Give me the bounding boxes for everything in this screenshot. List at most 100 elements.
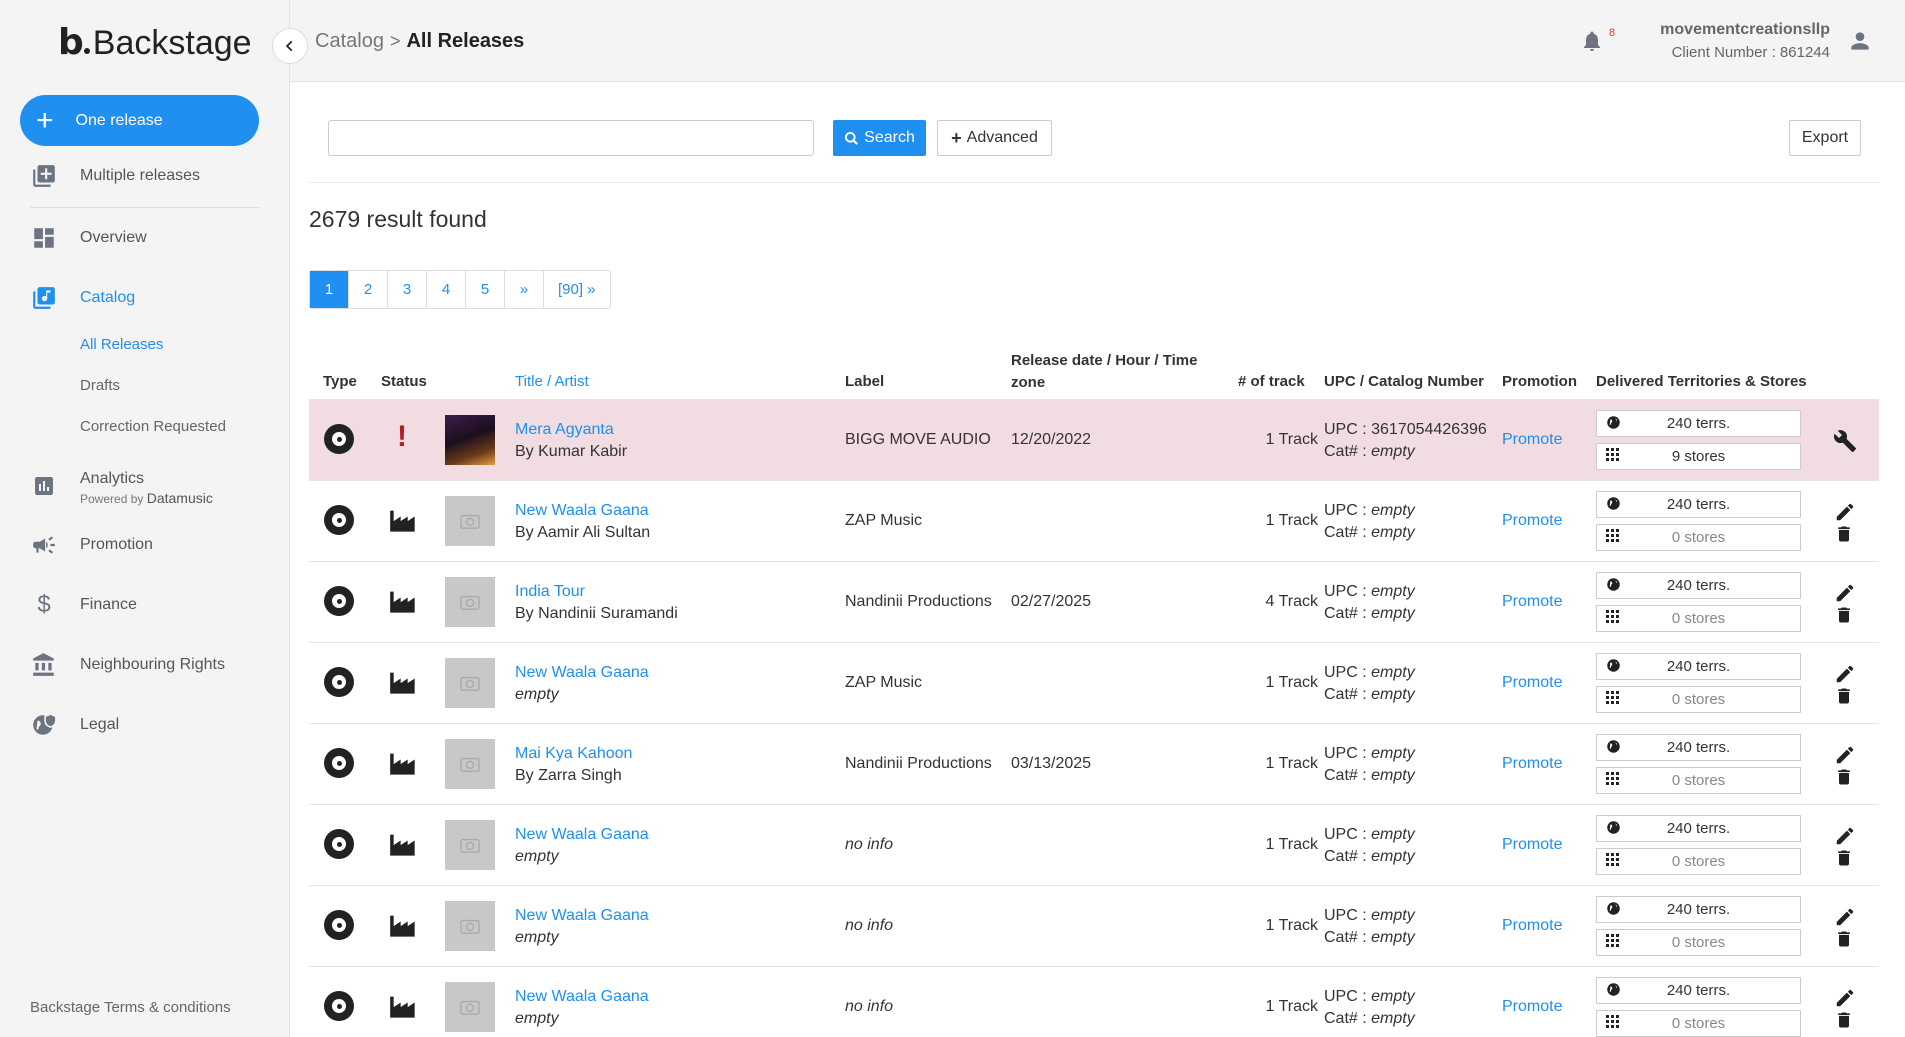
vinyl-icon[interactable] [324, 505, 354, 535]
vinyl-icon[interactable] [324, 910, 354, 940]
factory-icon[interactable] [389, 507, 417, 538]
stores-box[interactable]: 0 stores [1596, 767, 1801, 794]
stores-box[interactable]: 0 stores [1596, 929, 1801, 956]
promote-link[interactable]: Promote [1502, 593, 1562, 611]
sidebar-subitem-correction-requested[interactable]: Correction Requested [80, 418, 226, 435]
factory-icon[interactable] [389, 831, 417, 862]
promote-link[interactable]: Promote [1502, 431, 1562, 449]
release-title[interactable]: Mai Kya Kahoon [515, 745, 632, 763]
factory-icon[interactable] [389, 669, 417, 700]
upc-prefix: UPC : [1324, 745, 1367, 762]
stores-box[interactable]: 0 stores [1596, 848, 1801, 875]
promote-link[interactable]: Promote [1502, 674, 1562, 692]
release-title[interactable]: India Tour [515, 583, 585, 601]
page-last[interactable]: [90] » [544, 271, 610, 308]
backstage-logo[interactable]: b Backstage [58, 22, 252, 63]
sidebar-item-overview[interactable]: Overview [30, 224, 147, 252]
sidebar-item-promotion[interactable]: Promotion [30, 531, 153, 559]
release-thumbnail[interactable] [445, 820, 495, 870]
release-date: 12/20/2022 [1011, 431, 1092, 448]
trash-icon[interactable] [1834, 1009, 1854, 1036]
vinyl-icon[interactable] [324, 667, 354, 697]
page-1[interactable]: 1 [310, 271, 349, 308]
sidebar-item-finance[interactable]: $ Finance [30, 591, 137, 619]
release-thumbnail[interactable] [445, 658, 495, 708]
release-thumbnail[interactable] [445, 577, 495, 627]
user-icon[interactable] [1847, 28, 1873, 59]
col-title-artist[interactable]: Title / Artist [515, 373, 589, 390]
trash-icon[interactable] [1834, 766, 1854, 793]
promote-link[interactable]: Promote [1502, 836, 1562, 854]
trash-icon[interactable] [1834, 523, 1854, 550]
territories-box[interactable]: 240 terrs. [1596, 491, 1801, 518]
search-input[interactable] [328, 120, 814, 156]
terms-link[interactable]: Backstage Terms & conditions [30, 999, 231, 1016]
promote-link[interactable]: Promote [1502, 512, 1562, 530]
breadcrumb-catalog[interactable]: Catalog [315, 30, 384, 53]
export-button[interactable]: Export [1789, 120, 1861, 156]
sidebar-subitem-all-releases[interactable]: All Releases [80, 336, 163, 353]
page-3[interactable]: 3 [388, 271, 427, 308]
stores-box[interactable]: 0 stores [1596, 686, 1801, 713]
release-thumbnail[interactable] [445, 496, 495, 546]
bell-icon[interactable] [1580, 28, 1604, 59]
territories-count: 240 terrs. [1666, 496, 1731, 513]
sidebar-item-legal[interactable]: Legal [30, 711, 119, 739]
release-thumbnail[interactable] [445, 901, 495, 951]
sidebar-item-neighbouring-rights[interactable]: Neighbouring Rights [30, 651, 225, 679]
stores-box[interactable]: 9 stores [1596, 443, 1801, 470]
sidebar-item-label: Finance [80, 596, 137, 613]
vinyl-icon[interactable] [324, 424, 354, 454]
release-title[interactable]: New Waala Gaana [515, 988, 649, 1006]
territories-box[interactable]: 240 terrs. [1596, 410, 1801, 437]
stores-box[interactable]: 0 stores [1596, 605, 1801, 632]
page-4[interactable]: 4 [427, 271, 466, 308]
sidebar-subitem-drafts[interactable]: Drafts [80, 377, 120, 394]
wrench-icon[interactable] [1833, 429, 1857, 458]
advanced-search-button[interactable]: + Advanced [937, 120, 1052, 156]
territories-box[interactable]: 240 terrs. [1596, 815, 1801, 842]
upc-prefix: UPC : [1324, 664, 1367, 681]
vinyl-icon[interactable] [324, 748, 354, 778]
stores-box[interactable]: 0 stores [1596, 1010, 1801, 1037]
sidebar-item-analytics[interactable]: Analytics Powered by Datamusic [30, 470, 213, 506]
sidebar-item-catalog[interactable]: Catalog [30, 284, 135, 312]
page-5[interactable]: 5 [466, 271, 505, 308]
factory-icon[interactable] [389, 750, 417, 781]
vinyl-icon[interactable] [324, 829, 354, 859]
search-button[interactable]: Search [833, 120, 926, 156]
release-title[interactable]: New Waala Gaana [515, 502, 649, 520]
factory-icon[interactable] [389, 993, 417, 1024]
territories-box[interactable]: 240 terrs. [1596, 977, 1801, 1004]
release-title[interactable]: New Waala Gaana [515, 826, 649, 844]
release-title[interactable]: Mera Agyanta [515, 421, 614, 439]
release-title[interactable]: New Waala Gaana [515, 664, 649, 682]
trash-icon[interactable] [1834, 685, 1854, 712]
release-thumbnail[interactable] [445, 415, 495, 465]
vinyl-icon[interactable] [324, 991, 354, 1021]
territories-box[interactable]: 240 terrs. [1596, 572, 1801, 599]
sidebar-item-multiple-releases[interactable]: Multiple releases [30, 162, 200, 190]
territories-box[interactable]: 240 terrs. [1596, 653, 1801, 680]
collapse-sidebar-button[interactable] [272, 28, 308, 64]
factory-icon[interactable] [389, 588, 417, 619]
page-next[interactable]: » [505, 271, 544, 308]
factory-icon[interactable] [389, 912, 417, 943]
error-status-icon[interactable]: ! [397, 420, 407, 454]
release-thumbnail[interactable] [445, 739, 495, 789]
vinyl-icon[interactable] [324, 586, 354, 616]
trash-icon[interactable] [1834, 928, 1854, 955]
trash-icon[interactable] [1834, 847, 1854, 874]
one-release-button[interactable]: + One release [20, 95, 259, 146]
trash-icon[interactable] [1834, 604, 1854, 631]
release-thumbnail[interactable] [445, 982, 495, 1032]
stores-box[interactable]: 0 stores [1596, 524, 1801, 551]
territories-box[interactable]: 240 terrs. [1596, 734, 1801, 761]
promote-link[interactable]: Promote [1502, 755, 1562, 773]
release-title[interactable]: New Waala Gaana [515, 907, 649, 925]
page-2[interactable]: 2 [349, 271, 388, 308]
promote-link[interactable]: Promote [1502, 917, 1562, 935]
territories-box[interactable]: 240 terrs. [1596, 896, 1801, 923]
promote-link[interactable]: Promote [1502, 998, 1562, 1016]
release-artist: By Zarra Singh [515, 767, 622, 784]
